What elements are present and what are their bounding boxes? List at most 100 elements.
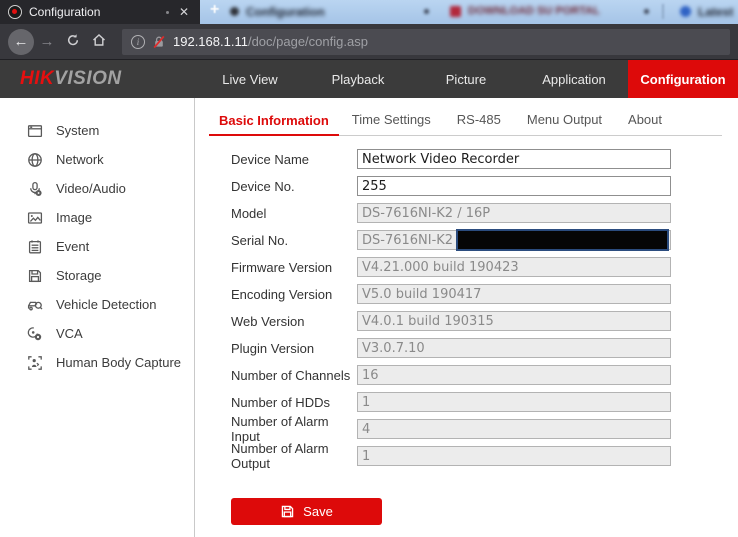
sidebar-item-label: Video/Audio xyxy=(56,181,126,196)
nav-application[interactable]: Application xyxy=(520,60,628,98)
forward-button[interactable]: → xyxy=(34,33,60,50)
ghost-favicon-icon xyxy=(230,7,239,16)
form-row-encoding-version: Encoding Version xyxy=(231,284,738,304)
sidebar-item-network[interactable]: Network xyxy=(0,145,194,174)
device-name-input[interactable] xyxy=(357,149,671,169)
logo-hik: HIK xyxy=(20,68,54,90)
ghost-tab-1[interactable]: Configuration xyxy=(246,5,325,19)
number-of-alarm-output-field xyxy=(357,446,671,466)
field-label: Plugin Version xyxy=(231,341,357,356)
vehicle-detection-icon xyxy=(27,297,43,313)
sidebar-item-event[interactable]: Event xyxy=(0,232,194,261)
save-floppy-icon xyxy=(280,504,295,519)
ghost-dot-icon xyxy=(644,9,649,14)
main-panel: Basic Information Time Settings RS-485 M… xyxy=(195,98,738,537)
form-row-web-version: Web Version xyxy=(231,311,738,331)
nav-playback[interactable]: Playback xyxy=(304,60,412,98)
web-version-field xyxy=(357,311,671,331)
image-icon xyxy=(27,210,43,226)
field-label: Web Version xyxy=(231,314,357,329)
ghost-tab-2[interactable]: DOWNLOAD SU PORTAL xyxy=(468,5,600,17)
info-icon[interactable]: i xyxy=(131,35,145,49)
sidebar-item-label: Storage xyxy=(56,268,102,283)
serial-redaction-overlay xyxy=(456,229,669,251)
home-button[interactable] xyxy=(86,32,112,52)
tab-time-settings[interactable]: Time Settings xyxy=(339,112,444,135)
sidebar-item-label: Network xyxy=(56,152,104,167)
basic-information-form: Device Name Device No. Model Serial No. … xyxy=(209,149,738,466)
nav-picture[interactable]: Picture xyxy=(412,60,520,98)
field-label: Firmware Version xyxy=(231,260,357,275)
field-label: Number of HDDs xyxy=(231,395,357,410)
field-label: Encoding Version xyxy=(231,287,357,302)
device-no-input[interactable] xyxy=(357,176,671,196)
ghost-dot-icon xyxy=(424,9,429,14)
sidebar-item-human-body-capture[interactable]: Human Body Capture xyxy=(0,348,194,377)
browser-tab-configuration[interactable]: Configuration ✕ xyxy=(0,0,200,24)
reload-icon xyxy=(65,32,81,48)
network-icon xyxy=(27,152,43,168)
form-row-serial-no: Serial No. xyxy=(231,230,738,250)
form-row-model: Model xyxy=(231,203,738,223)
form-row-number-of-channels: Number of Channels xyxy=(231,365,738,385)
back-button[interactable]: ← xyxy=(8,29,34,55)
number-of-alarm-input-field xyxy=(357,419,671,439)
tab-basic-information[interactable]: Basic Information xyxy=(209,113,339,136)
nav-configuration[interactable]: Configuration xyxy=(628,60,738,98)
field-label: Model xyxy=(231,206,357,221)
site-nav: Live View Playback Picture Application C… xyxy=(196,60,738,98)
tab-menu-output[interactable]: Menu Output xyxy=(514,112,615,135)
camera-favicon-icon xyxy=(8,5,22,19)
sidebar-item-image[interactable]: Image xyxy=(0,203,194,232)
logo-vision: VISION xyxy=(54,68,121,90)
save-button[interactable]: Save xyxy=(231,498,382,525)
form-row-number-of-alarm-input: Number of Alarm Input xyxy=(231,419,738,439)
encoding-version-field xyxy=(357,284,671,304)
vca-icon xyxy=(27,326,43,342)
ghost-tab-3[interactable]: Latest xyxy=(698,5,733,19)
background-window-tabstrip: + Configuration DOWNLOAD SU PORTAL Lates… xyxy=(200,0,738,24)
sidebar-item-system[interactable]: System xyxy=(0,116,194,145)
home-icon xyxy=(91,32,107,48)
reload-button[interactable] xyxy=(60,32,86,52)
tab-rs-485[interactable]: RS-485 xyxy=(444,112,514,135)
form-row-plugin-version: Plugin Version xyxy=(231,338,738,358)
field-label: Device No. xyxy=(231,179,357,194)
sidebar-item-video-audio[interactable]: Video/Audio xyxy=(0,174,194,203)
sidebar-item-label: Event xyxy=(56,239,89,254)
new-tab-button[interactable]: + xyxy=(210,1,219,19)
event-icon xyxy=(27,239,43,255)
insecure-plugin-icon[interactable] xyxy=(152,35,166,49)
sidebar-item-vca[interactable]: VCA xyxy=(0,319,194,348)
field-label: Serial No. xyxy=(231,233,357,248)
model-field xyxy=(357,203,671,223)
video-audio-icon xyxy=(27,181,43,197)
address-bar[interactable]: i 192.168.1.11/doc/page/config.asp xyxy=(122,29,730,55)
url-host: 192.168.1.11 xyxy=(173,34,248,49)
form-row-number-of-hdds: Number of HDDs xyxy=(231,392,738,412)
field-label: Number of Alarm Output xyxy=(231,441,357,471)
number-of-channels-field xyxy=(357,365,671,385)
browser-toolbar: ← → i 192.168.1.11/doc/page/config.asp xyxy=(0,24,738,60)
field-label: Number of Alarm Input xyxy=(231,414,357,444)
tab-close-icon[interactable]: ✕ xyxy=(176,5,192,19)
number-of-hdds-field xyxy=(357,392,671,412)
browser-titlebar: Configuration ✕ + Configuration DOWNLOAD… xyxy=(0,0,738,24)
url-path: /doc/page/config.asp xyxy=(248,34,368,49)
url-text[interactable]: 192.168.1.11/doc/page/config.asp xyxy=(173,34,368,49)
ghost-favicon-blue-icon xyxy=(680,6,691,17)
sidebar-item-label: Vehicle Detection xyxy=(56,297,156,312)
nav-live-view[interactable]: Live View xyxy=(196,60,304,98)
sidebar-item-label: Human Body Capture xyxy=(56,355,181,370)
ghost-favicon-red-icon xyxy=(450,6,461,17)
tab-about[interactable]: About xyxy=(615,112,675,135)
tab-dot-icon xyxy=(166,11,169,14)
system-icon xyxy=(27,123,43,139)
sidebar-item-storage[interactable]: Storage xyxy=(0,261,194,290)
sidebar-item-label: System xyxy=(56,123,99,138)
form-row-firmware-version: Firmware Version xyxy=(231,257,738,277)
plugin-version-field xyxy=(357,338,671,358)
field-label: Device Name xyxy=(231,152,357,167)
sidebar-item-label: Image xyxy=(56,210,92,225)
sidebar-item-vehicle-detection[interactable]: Vehicle Detection xyxy=(0,290,194,319)
